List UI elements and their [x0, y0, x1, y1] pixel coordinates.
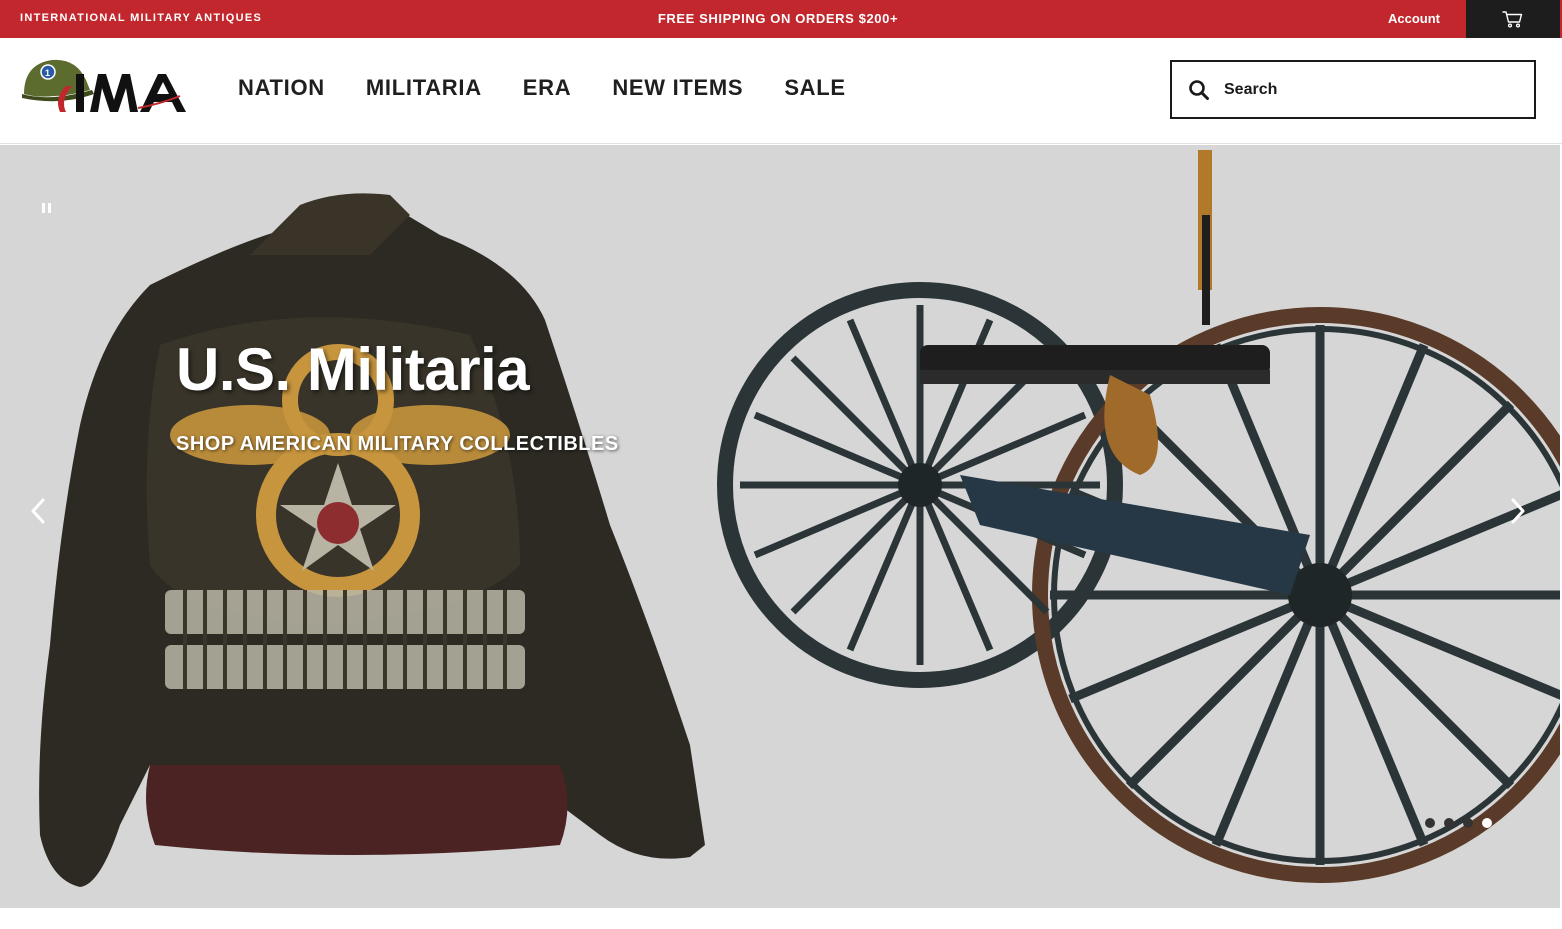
- slide-dot-4[interactable]: [1482, 818, 1492, 828]
- site-header: 1 NATION MILITARIA ERA NEW ITEMS SALE: [0, 38, 1562, 144]
- cart-button[interactable]: [1466, 0, 1560, 38]
- svg-text:1: 1: [45, 68, 50, 78]
- gatling-gun-image: [717, 150, 1560, 883]
- slide-dot-1[interactable]: [1425, 818, 1435, 828]
- main-nav: NATION MILITARIA ERA NEW ITEMS SALE: [238, 75, 887, 101]
- slide-dot-2[interactable]: [1444, 818, 1454, 828]
- slider-pause-button[interactable]: [38, 201, 54, 215]
- hero-slider: U.S. Militaria SHOP AMERICAN MILITARY CO…: [0, 145, 1560, 908]
- hero-subtitle-link[interactable]: SHOP AMERICAN MILITARY COLLECTIBLES: [176, 433, 619, 456]
- flight-jacket-image: [39, 193, 706, 887]
- ima-logo[interactable]: 1: [20, 56, 188, 118]
- pause-icon: [41, 203, 45, 213]
- slider-prev-button[interactable]: [26, 495, 50, 527]
- search-box[interactable]: [1170, 60, 1536, 119]
- slider-next-button[interactable]: [1506, 495, 1530, 527]
- account-link[interactable]: Account: [1388, 11, 1440, 26]
- top-promo-bar: INTERNATIONAL MILITARY ANTIQUES FREE SHI…: [0, 0, 1562, 38]
- nav-sale[interactable]: SALE: [784, 75, 845, 101]
- cart-icon: [1502, 11, 1523, 28]
- chevron-right-icon: [1511, 498, 1525, 524]
- nav-nation[interactable]: NATION: [238, 75, 325, 101]
- hero-title: U.S. Militaria: [176, 336, 530, 403]
- search-input[interactable]: [1224, 76, 1514, 104]
- search-icon[interactable]: [1188, 79, 1210, 101]
- hero-image: [39, 150, 1560, 887]
- nav-militaria[interactable]: MILITARIA: [366, 75, 482, 101]
- nav-new-items[interactable]: NEW ITEMS: [612, 75, 743, 101]
- chevron-left-icon: [31, 498, 45, 524]
- slide-dot-3[interactable]: [1463, 818, 1473, 828]
- slider-dots: [1425, 818, 1492, 828]
- nav-era[interactable]: ERA: [523, 75, 572, 101]
- free-shipping-promo: FREE SHIPPING ON ORDERS $200+: [657, 11, 899, 26]
